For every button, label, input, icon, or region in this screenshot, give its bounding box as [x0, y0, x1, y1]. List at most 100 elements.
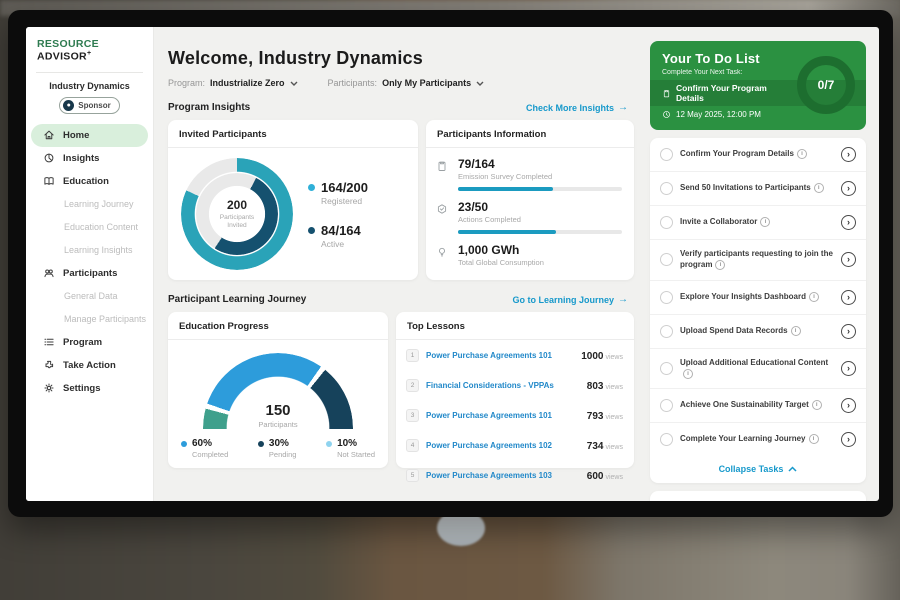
completed-dot: [181, 441, 187, 447]
gauge-wrap: 150 Participants: [168, 340, 388, 429]
task-row[interactable]: Upload Additional Educational Contenti ›: [650, 349, 866, 390]
legend-pending: 30% Pending: [258, 438, 297, 459]
sidebar-item-label: Program: [63, 337, 102, 348]
sidebar-item-insights[interactable]: Insights: [31, 147, 148, 170]
lesson-link[interactable]: Power Purchase Agreements 102: [426, 441, 580, 450]
program-filter[interactable]: Program: Industrialize Zero: [168, 78, 298, 88]
chevron-right-icon[interactable]: ›: [841, 432, 856, 447]
info-icon[interactable]: i: [809, 292, 819, 302]
task-row[interactable]: Confirm Your Program Detailsi ›: [650, 138, 866, 172]
info-icon[interactable]: i: [814, 183, 824, 193]
insights-cards-row: Invited Participants 200 Participants In…: [168, 120, 634, 280]
check-more-insights-link[interactable]: Check More Insights →: [526, 102, 628, 113]
stat-row: 79/164 Emission Survey Completed: [426, 148, 634, 191]
task-row[interactable]: Verify participants requesting to join t…: [650, 240, 866, 281]
journey-cards-row: Education Progress 150 Participants: [168, 312, 634, 468]
org-name: Industry Dynamics: [26, 81, 153, 91]
arrow-right-icon: →: [618, 294, 628, 305]
chevron-right-icon[interactable]: ›: [841, 324, 856, 339]
task-row[interactable]: Achieve One Sustainability Targeti ›: [650, 389, 866, 423]
lesson-row: 2 Financial Considerations - VPPAs 803vi…: [396, 370, 634, 400]
info-icon[interactable]: i: [809, 434, 819, 444]
program-filter-label: Program:: [168, 78, 205, 88]
task-checkbox[interactable]: [660, 216, 673, 229]
gauge-label: Participants: [203, 420, 353, 429]
sidebar-item-settings[interactable]: Settings: [31, 377, 148, 400]
completed-value: 60%: [192, 438, 228, 449]
task-label: Invite a Collaborator: [680, 217, 757, 226]
task-checkbox[interactable]: [660, 148, 673, 161]
sidebar-item-home[interactable]: Home: [31, 124, 148, 147]
info-icon[interactable]: i: [760, 217, 770, 227]
task-checkbox[interactable]: [660, 253, 673, 266]
task-checkbox[interactable]: [660, 399, 673, 412]
participants-filter[interactable]: Participants: Only My Participants: [328, 78, 485, 88]
lesson-link[interactable]: Financial Considerations - VPPAs: [426, 381, 580, 390]
consumption-label: Total Global Consumption: [458, 258, 622, 267]
go-to-learning-journey-link[interactable]: Go to Learning Journey →: [512, 294, 628, 305]
gauge-legend: 60% Completed 30% Pending 10%: [168, 429, 388, 459]
sidebar-item-learning-insights[interactable]: Learning Insights: [31, 239, 148, 262]
lesson-views: 803: [587, 381, 604, 392]
sidebar-item-learning-journey[interactable]: Learning Journey: [31, 193, 148, 216]
chevron-right-icon[interactable]: ›: [841, 147, 856, 162]
task-label: Send 50 Invitations to Participants: [680, 183, 811, 192]
sidebar-item-participants[interactable]: Participants: [31, 262, 148, 285]
sidebar-item-program[interactable]: Program: [31, 331, 148, 354]
sidebar: RESOURCE ADVISOR+ Industry Dynamics ● Sp…: [26, 27, 154, 501]
sidebar-item-education[interactable]: Education: [31, 170, 148, 193]
info-icon[interactable]: i: [715, 260, 725, 270]
chevron-right-icon[interactable]: ›: [841, 181, 856, 196]
home-icon: [43, 129, 55, 141]
lesson-link[interactable]: Power Purchase Agreements 101: [426, 351, 574, 360]
lesson-rank: 3: [406, 409, 419, 422]
participants-icon: [43, 267, 55, 279]
lesson-row: 5 Power Purchase Agreements 103 600views: [396, 460, 634, 490]
page-title: Welcome, Industry Dynamics: [168, 48, 634, 69]
lesson-link[interactable]: Power Purchase Agreements 101: [426, 411, 580, 420]
task-label: Achieve One Sustainability Target: [680, 401, 809, 410]
task-checkbox[interactable]: [660, 182, 673, 195]
info-icon[interactable]: i: [683, 369, 693, 379]
task-checkbox[interactable]: [660, 291, 673, 304]
not-started-label: Not Started: [337, 450, 375, 459]
chevron-right-icon[interactable]: ›: [841, 252, 856, 267]
task-checkbox[interactable]: [660, 362, 673, 375]
task-row[interactable]: Send 50 Invitations to Participantsi ›: [650, 172, 866, 206]
task-row[interactable]: Explore Your Insights Dashboardi ›: [650, 281, 866, 315]
task-checkbox[interactable]: [660, 325, 673, 338]
task-row[interactable]: Invite a Collaboratori ›: [650, 206, 866, 240]
task-checkbox[interactable]: [660, 433, 673, 446]
lesson-rank: 4: [406, 439, 419, 452]
sidebar-item-manage-participants[interactable]: Manage Participants: [31, 308, 148, 331]
puzzle-icon: [43, 359, 55, 371]
collapse-tasks-link[interactable]: Collapse Tasks: [650, 456, 866, 483]
todo-hero-card: Your To Do List Complete Your Next Task:…: [650, 41, 866, 130]
task-row[interactable]: Upload Spend Data Recordsi ›: [650, 315, 866, 349]
chevron-right-icon[interactable]: ›: [841, 398, 856, 413]
legend-active: 84/164 Active: [308, 223, 368, 249]
pending-dot: [258, 441, 264, 447]
sidebar-item-education-content[interactable]: Education Content: [31, 216, 148, 239]
sidebar-item-take-action[interactable]: Take Action: [31, 354, 148, 377]
invited-card-body: 200 Participants Invited 164/200 Registe…: [168, 148, 418, 270]
invited-card-title: Invited Participants: [168, 120, 418, 148]
chevron-right-icon[interactable]: ›: [841, 361, 856, 376]
donut-center: 200 Participants Invited: [211, 188, 263, 240]
program-insights-title: Program Insights: [168, 102, 250, 113]
lesson-link[interactable]: Power Purchase Agreements 103: [426, 471, 580, 480]
list-icon: [43, 336, 55, 348]
chevron-right-icon[interactable]: ›: [841, 290, 856, 305]
info-icon[interactable]: i: [812, 400, 822, 410]
education-progress-card: Education Progress 150 Participants: [168, 312, 388, 468]
todo-progress-value: 0/7: [818, 78, 835, 92]
task-row[interactable]: Complete Your Learning Journeyi ›: [650, 423, 866, 456]
survey-value: 79/164: [458, 157, 622, 171]
sidebar-item-general-data[interactable]: General Data: [31, 285, 148, 308]
info-icon[interactable]: i: [791, 326, 801, 336]
collapse-tasks-label: Collapse Tasks: [719, 464, 784, 474]
info-icon[interactable]: i: [797, 149, 807, 159]
todo-progress-ring: 0/7: [797, 56, 855, 114]
active-value: 84/164: [321, 223, 368, 238]
chevron-right-icon[interactable]: ›: [841, 215, 856, 230]
